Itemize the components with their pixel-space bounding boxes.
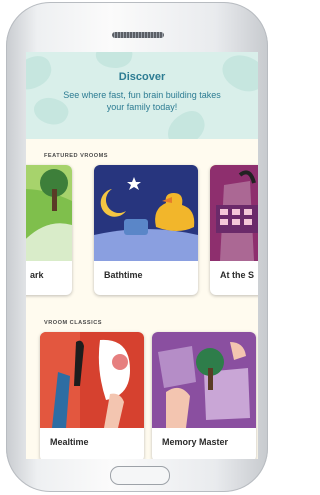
decorative-leaf: [94, 52, 134, 71]
card-title: ark: [30, 270, 44, 280]
home-button[interactable]: [110, 466, 170, 485]
card-at-the-store[interactable]: At the S: [210, 165, 258, 295]
store-illustration: [210, 165, 258, 261]
discover-banner: Discover See where fast, fun brain build…: [26, 52, 258, 139]
featured-heading: FEATURED VROOMS: [44, 153, 108, 159]
phone-frame: Discover See where fast, fun brain build…: [6, 2, 268, 492]
bathtime-illustration: [94, 165, 198, 261]
card-bathtime[interactable]: Bathtime: [94, 165, 198, 295]
card-title: Bathtime: [104, 270, 143, 280]
discover-title: Discover: [118, 71, 166, 83]
memory-master-illustration: [152, 332, 256, 428]
app-screen: Discover See where fast, fun brain build…: [26, 52, 258, 459]
card-park[interactable]: ark: [26, 165, 72, 295]
card-memory-master[interactable]: Memory Master: [152, 332, 256, 459]
card-mealtime[interactable]: Mealtime: [40, 332, 144, 459]
earpiece-speaker: [112, 32, 164, 38]
mealtime-illustration: [40, 332, 144, 428]
park-illustration: [26, 165, 72, 261]
discover-subtitle: See where fast, fun brain building takes…: [63, 90, 221, 112]
card-title: At the S: [220, 270, 255, 280]
classics-heading: VROOM CLASSICS: [44, 320, 102, 326]
card-title: Memory Master: [162, 437, 229, 447]
card-title: Mealtime: [50, 437, 89, 447]
